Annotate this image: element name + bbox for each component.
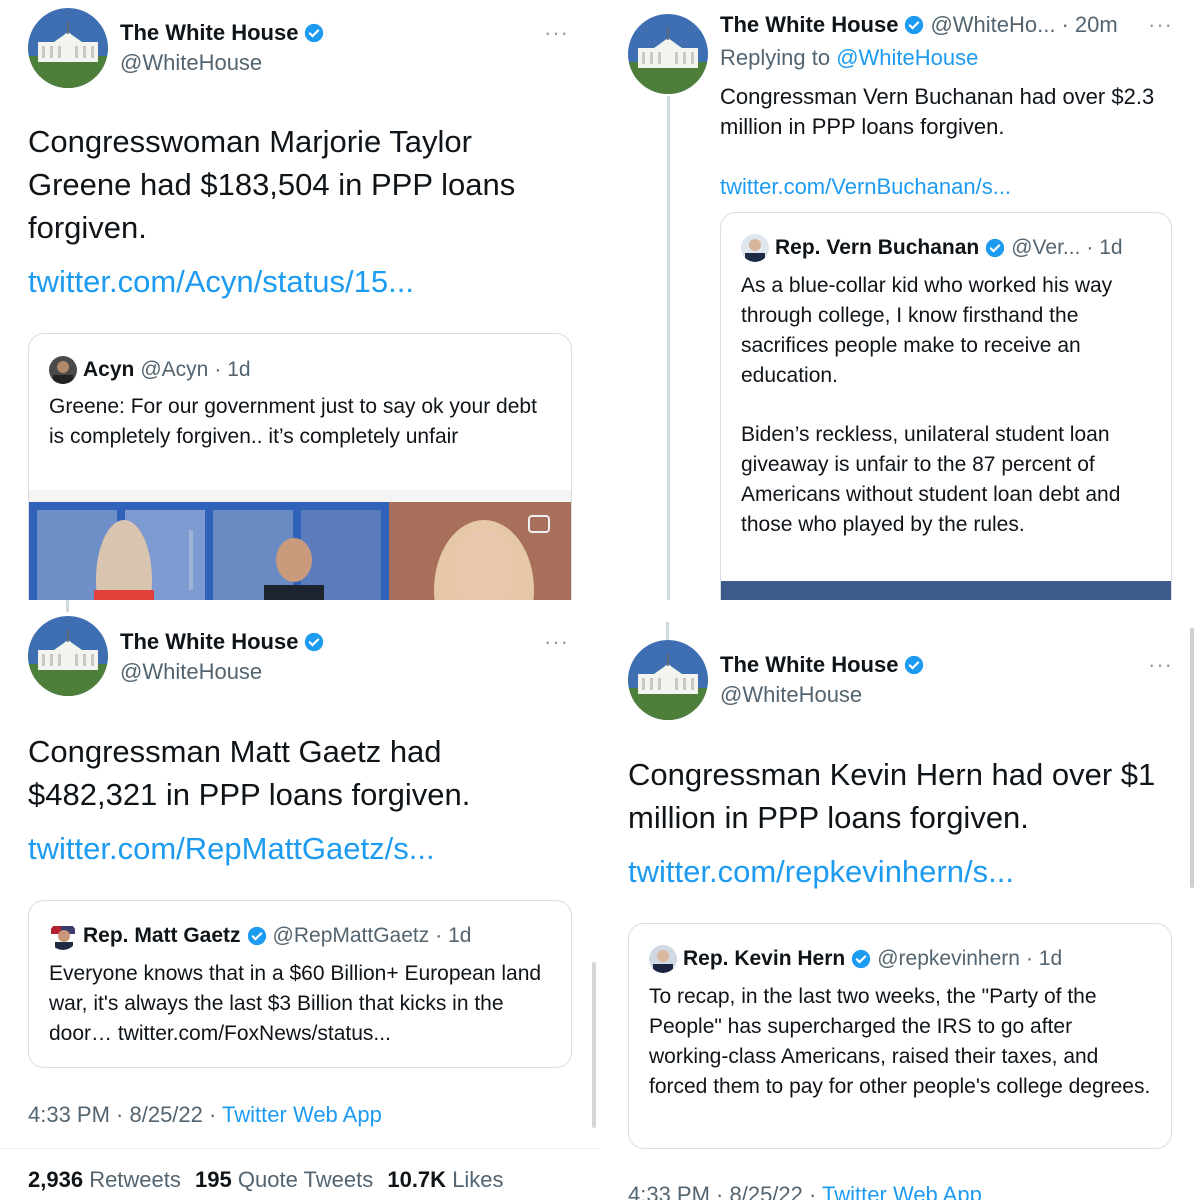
quoted-tweet-text-1: As a blue-collar kid who worked his way … <box>741 274 1113 387</box>
buchanan-avatar[interactable] <box>741 234 769 262</box>
author-handle[interactable]: @WhiteHouse <box>120 659 262 685</box>
verified-badge-icon <box>905 655 924 675</box>
quoted-tweet-time: · 1d <box>214 358 251 381</box>
quoted-tweet[interactable]: Rep. Kevin Hern @repkevinhern · 1d To re… <box>628 923 1172 1149</box>
quoted-author-name[interactable]: Rep. Matt Gaetz <box>83 924 241 948</box>
quoted-tweet-time: · 1d <box>1025 947 1063 970</box>
author-handle[interactable]: @WhiteHouse <box>720 682 862 708</box>
quoted-tweet-header: Rep. Matt Gaetz @RepMattGaetz · 1d <box>49 922 471 950</box>
quote-tweet-label[interactable]: Quote Tweets <box>238 1167 373 1192</box>
tweet-panel-hern: The White House @WhiteHouse ··· Congress… <box>600 600 1200 1200</box>
tweet-link[interactable]: twitter.com/repkevinhern/s... <box>628 850 1014 893</box>
verified-badge-icon <box>852 949 871 969</box>
author-handle[interactable]: @WhiteHo... <box>930 12 1055 38</box>
author-handle[interactable]: @WhiteHouse <box>120 50 262 76</box>
retweet-label[interactable]: Retweets <box>89 1167 181 1192</box>
quoted-tweet-text: Everyone knows that in a $60 Billion+ Eu… <box>49 962 542 1045</box>
quoted-media-preview[interactable] <box>721 581 1171 600</box>
quoted-author-name[interactable]: Rep. Vern Buchanan <box>775 236 979 260</box>
thread-connector-line <box>666 622 669 640</box>
tweet-timestamp: 4:33 PM · 8/25/22 · Twitter Web App <box>628 1182 982 1200</box>
more-options-icon[interactable]: ··· <box>1148 12 1173 38</box>
hern-avatar[interactable] <box>649 945 677 973</box>
quoted-video-thumbnail[interactable] <box>29 490 571 600</box>
timestamp-text: 4:33 PM · 8/25/22 · <box>628 1182 823 1200</box>
tweet-text: Congresswoman Marjorie Taylor Greene had… <box>28 124 516 245</box>
tweet-time: · 20m <box>1061 12 1118 37</box>
white-house-avatar[interactable] <box>628 640 708 720</box>
author-name-text: The White House <box>720 652 899 677</box>
tweet-timestamp: 4:33 PM · 8/25/22 · Twitter Web App <box>28 1102 382 1128</box>
quoted-tweet[interactable]: Acyn @Acyn · 1d Greene: For our governme… <box>28 333 572 600</box>
quoted-tweet-time: · 1d <box>1086 236 1123 259</box>
quoted-author-handle[interactable]: @RepMattGaetz <box>273 924 430 948</box>
quoted-author-handle[interactable]: @repkevinhern <box>877 947 1020 971</box>
tweet-panel-buchanan: The White House @WhiteHo... · 20m ··· Re… <box>600 0 1200 600</box>
white-house-avatar[interactable] <box>28 616 108 696</box>
more-options-icon[interactable]: ··· <box>1148 652 1173 678</box>
tweet-text: Congressman Kevin Hern had over $1 milli… <box>628 757 1156 835</box>
quoted-tweet-text: Greene: For our government just to say o… <box>49 395 537 448</box>
like-count[interactable]: 10.7K <box>387 1167 446 1192</box>
tweet-panel-greene: The White House @WhiteHouse ··· Congress… <box>0 0 600 600</box>
tweet-text: Congressman Vern Buchanan had over $2.3 … <box>720 84 1155 139</box>
white-house-avatar[interactable] <box>628 14 708 94</box>
gaetz-avatar[interactable] <box>49 922 77 950</box>
author-name[interactable]: The White House <box>120 629 324 655</box>
quoted-author-handle[interactable]: @Acyn <box>140 358 208 382</box>
author-name-text: The White House <box>120 629 299 654</box>
like-label[interactable]: Likes <box>452 1167 503 1192</box>
tweet-link[interactable]: twitter.com/RepMattGaetz/s... <box>28 827 435 870</box>
quoted-author-name[interactable]: Rep. Kevin Hern <box>683 947 845 971</box>
white-house-avatar[interactable] <box>28 8 108 88</box>
replying-to: Replying to @WhiteHouse <box>720 45 978 71</box>
replying-to-label: Replying to <box>720 45 831 70</box>
quoted-tweet-time: · 1d <box>435 924 472 947</box>
author-name[interactable]: The White House <box>720 652 924 678</box>
verified-badge-icon <box>305 632 324 652</box>
divider <box>0 1148 600 1149</box>
verified-badge-icon <box>305 23 324 43</box>
quoted-author-name[interactable]: Acyn <box>83 358 134 382</box>
engagement-stats: 2,936 Retweets 195 Quote Tweets 10.7K Li… <box>28 1167 512 1193</box>
tweet-source-link[interactable]: Twitter Web App <box>822 1182 982 1200</box>
verified-badge-icon <box>247 926 266 946</box>
more-options-icon[interactable]: ··· <box>544 20 569 46</box>
quoted-tweet[interactable]: Rep. Matt Gaetz @RepMattGaetz · 1d Every… <box>28 900 572 1068</box>
author-name[interactable]: The White House <box>120 20 324 46</box>
tweet-link[interactable]: twitter.com/Acyn/status/15... <box>28 260 414 303</box>
more-options-icon[interactable]: ··· <box>544 629 569 655</box>
quoted-tweet-header: Rep. Vern Buchanan @Ver... · 1d <box>741 234 1123 262</box>
tweet-link[interactable]: twitter.com/VernBuchanan/s... <box>720 172 1011 202</box>
verified-badge-icon <box>986 238 1005 258</box>
author-name-text: The White House <box>720 12 899 37</box>
scrollbar[interactable] <box>592 962 596 1128</box>
thread-connector-line <box>66 600 69 612</box>
quoted-tweet-text-2: Biden’s reckless, unilateral student loa… <box>741 423 1121 536</box>
acyn-avatar[interactable] <box>49 356 77 384</box>
replying-to-handle[interactable]: @WhiteHouse <box>836 45 978 70</box>
author-name-text: The White House <box>120 20 299 45</box>
quoted-tweet-header: Acyn @Acyn · 1d <box>49 356 251 384</box>
thread-connector-line <box>667 96 670 600</box>
tweet-panel-gaetz: The White House @WhiteHouse ··· Congress… <box>0 600 600 1200</box>
timestamp-text: 4:33 PM · 8/25/22 · <box>28 1102 223 1127</box>
quoted-tweet-text: To recap, in the last two weeks, the "Pa… <box>649 985 1151 1098</box>
quote-tweet-count[interactable]: 195 <box>195 1167 232 1192</box>
quoted-author-handle[interactable]: @Ver... <box>1011 236 1080 260</box>
verified-badge-icon <box>905 15 924 35</box>
retweet-count[interactable]: 2,936 <box>28 1167 83 1192</box>
tweet-text: Congressman Matt Gaetz had $482,321 in P… <box>28 734 471 812</box>
quoted-tweet[interactable]: Rep. Vern Buchanan @Ver... · 1d As a blu… <box>720 212 1172 600</box>
quoted-tweet-header: Rep. Kevin Hern @repkevinhern · 1d <box>649 945 1062 973</box>
author-name[interactable]: The White House @WhiteHo... · 20m <box>720 12 1118 38</box>
scrollbar[interactable] <box>1190 628 1194 888</box>
tweet-source-link[interactable]: Twitter Web App <box>222 1102 382 1127</box>
